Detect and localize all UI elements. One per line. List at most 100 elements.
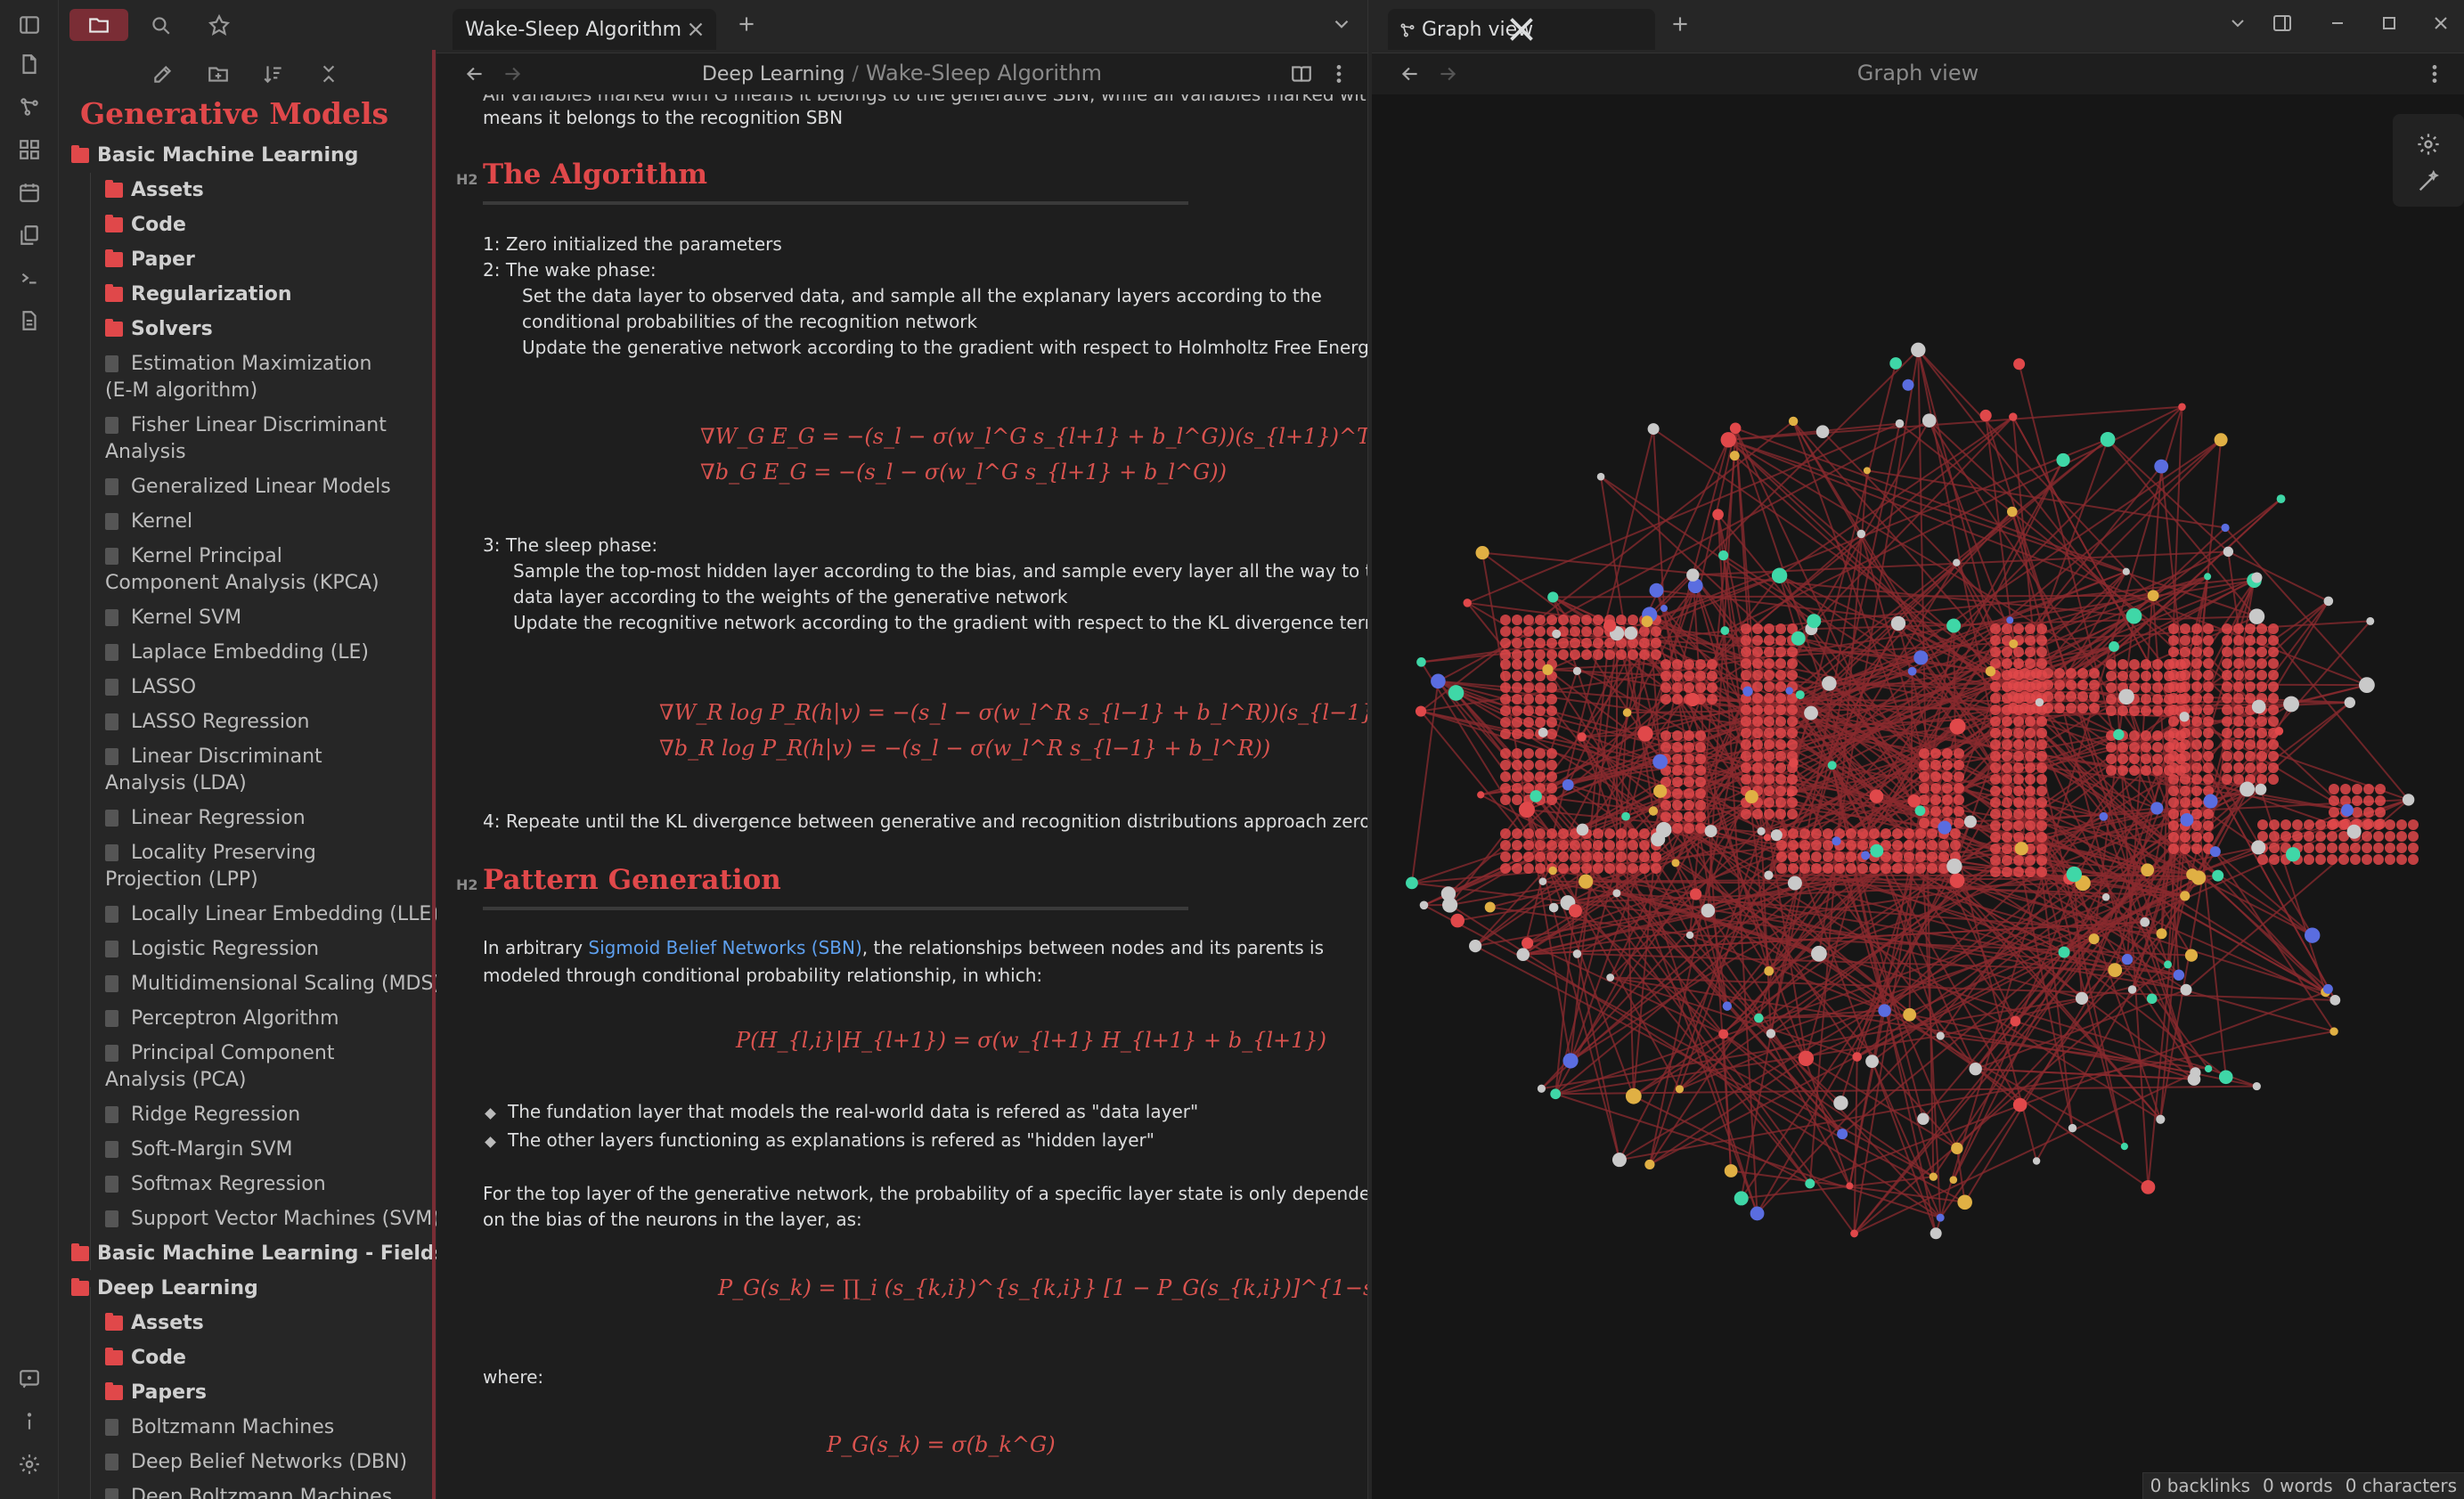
tree-folder[interactable]: Basic Machine Learning - Fields xyxy=(59,1236,437,1271)
bookmark-icon[interactable] xyxy=(201,9,237,41)
tree-file[interactable]: Perceptron Algorithm xyxy=(59,1001,437,1036)
graph-cluster-node xyxy=(2013,716,2024,727)
graph-cluster-node xyxy=(1512,863,1522,874)
search-icon[interactable] xyxy=(143,9,178,41)
collapse-all-icon[interactable] xyxy=(317,62,342,87)
tree-file[interactable]: Estimation Maximization (E-M algorithm) xyxy=(59,346,437,408)
minimize-icon[interactable] xyxy=(2327,12,2348,34)
graph-node xyxy=(1837,1128,1848,1140)
tree-file[interactable]: Logistic Regression xyxy=(59,932,437,966)
tree-file[interactable]: Locally Linear Embedding (LLE) xyxy=(59,897,437,932)
graph-network[interactable] xyxy=(1372,94,2464,1499)
tree-folder[interactable]: Paper xyxy=(59,242,437,277)
chevron-down-icon[interactable] xyxy=(1330,12,1353,36)
tree-folder[interactable]: Code xyxy=(59,208,437,242)
canvas-icon[interactable] xyxy=(17,137,42,162)
tree-file[interactable]: LASSO Regression xyxy=(59,705,437,739)
graph-cluster-node xyxy=(1523,840,1534,851)
graph-cluster-node xyxy=(2002,716,2012,727)
new-note-icon[interactable] xyxy=(17,52,42,77)
graph-node xyxy=(2122,567,2130,575)
close-icon[interactable] xyxy=(684,18,707,41)
info-icon[interactable] xyxy=(17,1409,42,1434)
graph-cluster-node xyxy=(1500,671,1511,681)
sidebar-toggle-icon[interactable] xyxy=(17,12,42,37)
help-icon[interactable] xyxy=(17,1366,42,1391)
files-icon[interactable] xyxy=(69,9,128,41)
right-sidebar-toggle-icon[interactable] xyxy=(2272,12,2293,34)
tree-file[interactable]: Fisher Linear Discriminant Analysis xyxy=(59,408,437,469)
tree-file[interactable]: Deep Boltzmann Machines xyxy=(59,1479,437,1499)
tree-folder[interactable]: Basic Machine Learning xyxy=(59,138,437,173)
graph-cluster-node xyxy=(1684,742,1694,753)
tree-folder[interactable]: Assets xyxy=(59,1306,437,1340)
tree-file[interactable]: Locality Preserving Projection (LPP) xyxy=(59,835,437,897)
tree-file[interactable]: Multidimensional Scaling (MDS) xyxy=(59,966,437,1001)
tree-file[interactable]: Linear Regression xyxy=(59,801,437,835)
more-options-icon[interactable] xyxy=(2423,62,2446,86)
tree-folder[interactable]: Solvers xyxy=(59,312,437,346)
tab-graph-view[interactable]: Graph view xyxy=(1388,9,1655,50)
tree-file[interactable]: Principal Component Analysis (PCA) xyxy=(59,1036,437,1097)
graph-cluster-node xyxy=(2268,658,2279,669)
tree-file[interactable]: Deep Belief Networks (DBN) xyxy=(59,1445,437,1479)
graph-animate-icon[interactable] xyxy=(2416,169,2441,194)
tree-file[interactable]: Soft-Margin SVM xyxy=(59,1132,437,1167)
tree-folder[interactable]: Code xyxy=(59,1340,437,1375)
note-content[interactable]: All variables marked with G means it bel… xyxy=(437,94,1367,1499)
new-note-icon[interactable] xyxy=(151,62,176,87)
tree-file[interactable]: Kernel xyxy=(59,504,437,539)
backlinks-count[interactable]: 0 backlinks xyxy=(2150,1475,2250,1497)
graph-cluster-node xyxy=(2117,671,2128,681)
vault-title[interactable]: Generative Models xyxy=(80,96,388,131)
tree-file[interactable]: Linear Discriminant Analysis (LDA) xyxy=(59,739,437,801)
graph-cluster-node xyxy=(2268,670,2279,680)
sbn-link[interactable]: Sigmoid Belief Networks (SBN) xyxy=(588,937,861,958)
tree-file[interactable]: Laplace Embedding (LE) xyxy=(59,635,437,670)
breadcrumb-current[interactable]: Wake-Sleep Algorithm xyxy=(866,61,1102,86)
tree-file[interactable]: Generalized Linear Models xyxy=(59,469,437,504)
new-tab-icon[interactable] xyxy=(735,12,758,36)
chevron-down-icon[interactable] xyxy=(2227,12,2248,34)
tree-folder[interactable]: Assets xyxy=(59,173,437,208)
close-window-icon[interactable] xyxy=(2430,12,2452,34)
graph-node xyxy=(1685,931,1694,940)
more-options-icon[interactable] xyxy=(1327,62,1350,86)
tree-folder[interactable]: Papers xyxy=(59,1375,437,1410)
tree-file[interactable]: Kernel Principal Component Analysis (KPC… xyxy=(59,539,437,600)
graph-cluster-node xyxy=(2203,670,2214,680)
file-icon xyxy=(105,609,118,626)
graph-canvas[interactable] xyxy=(1372,94,2464,1499)
new-tab-icon[interactable] xyxy=(1669,12,1692,36)
daily-note-icon[interactable] xyxy=(17,180,42,205)
graph-cluster-node xyxy=(2180,693,2191,704)
sidebar-resize-handle[interactable] xyxy=(432,50,436,1499)
tree-folder[interactable]: Regularization xyxy=(59,277,437,312)
reading-view-icon[interactable] xyxy=(1290,62,1313,86)
settings-icon[interactable] xyxy=(17,1452,42,1477)
graph-node xyxy=(1979,409,1992,422)
maximize-icon[interactable] xyxy=(2378,12,2400,34)
graph-icon[interactable] xyxy=(17,94,42,119)
graph-cluster-node xyxy=(1639,626,1650,637)
command-palette-icon[interactable] xyxy=(17,265,42,290)
graph-cluster-node xyxy=(1764,658,1775,669)
tree-file[interactable]: Boltzmann Machines xyxy=(59,1410,437,1445)
tree-file[interactable]: Kernel SVM xyxy=(59,600,437,635)
graph-node xyxy=(2146,993,2158,1005)
tree-file[interactable]: Ridge Regression xyxy=(59,1097,437,1132)
tree-file[interactable]: Softmax Regression xyxy=(59,1167,437,1202)
tree-file[interactable]: LASSO xyxy=(59,670,437,705)
breadcrumb-parent[interactable]: Deep Learning xyxy=(702,63,844,86)
graph-node xyxy=(2255,783,2267,795)
sort-icon[interactable] xyxy=(262,62,287,87)
templates-icon[interactable] xyxy=(17,223,42,248)
new-folder-icon[interactable] xyxy=(207,62,232,87)
tab-wake-sleep-algorithm[interactable]: Wake-Sleep Algorithm xyxy=(453,9,716,50)
graph-node xyxy=(2006,616,2014,624)
slides-icon[interactable] xyxy=(17,308,42,333)
graph-node xyxy=(1949,1176,1958,1185)
graph-settings-icon[interactable] xyxy=(2416,132,2441,157)
tree-folder[interactable]: Deep Learning xyxy=(59,1271,437,1306)
tree-file[interactable]: Support Vector Machines (SVM) xyxy=(59,1202,437,1236)
